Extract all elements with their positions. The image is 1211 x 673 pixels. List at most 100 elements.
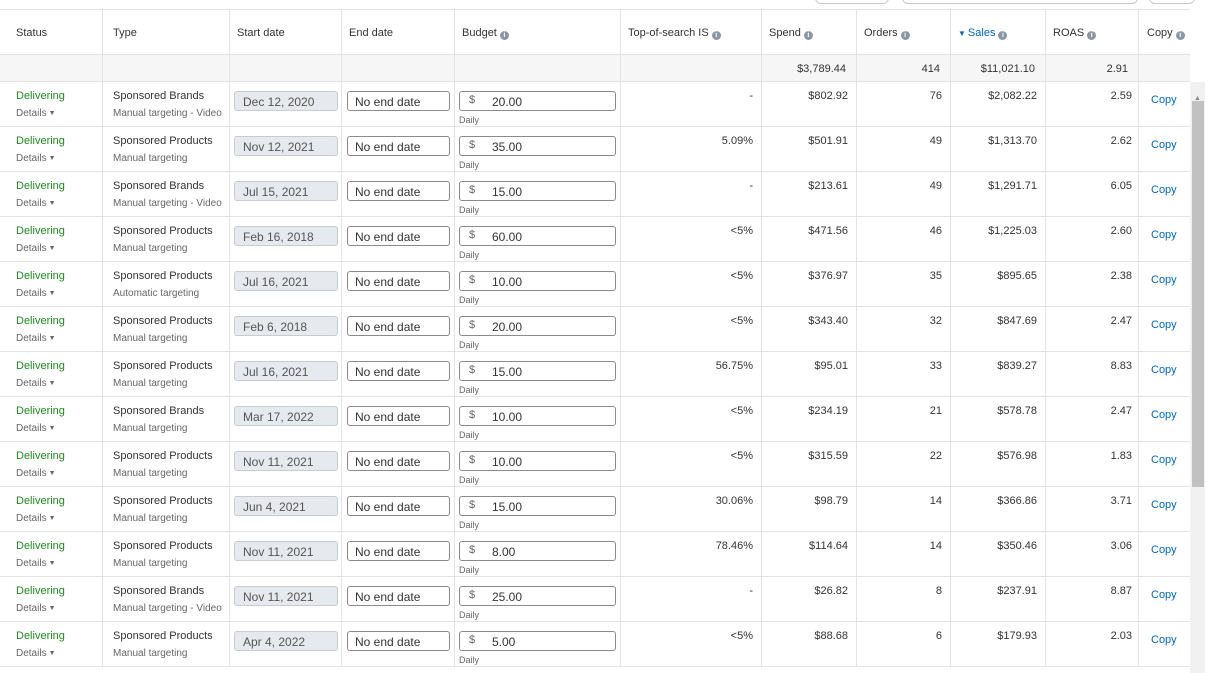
- budget-cell: $ 15.00 Daily: [455, 172, 621, 216]
- budget-input[interactable]: $ 15.00: [459, 361, 616, 381]
- column-header-budget[interactable]: Budget i: [455, 10, 621, 54]
- details-dropdown[interactable]: Details ▼: [16, 198, 102, 209]
- budget-input[interactable]: $ 10.00: [459, 451, 616, 471]
- targeting-type: Manual targeting: [113, 378, 188, 389]
- budget-cell: $ 20.00 Daily: [455, 82, 621, 126]
- copy-link[interactable]: Copy: [1139, 172, 1190, 216]
- info-icon[interactable]: i: [499, 31, 509, 40]
- column-header-type[interactable]: Type: [103, 10, 230, 54]
- end-date-field[interactable]: No end date: [347, 316, 450, 336]
- copy-link[interactable]: Copy: [1139, 352, 1190, 396]
- end-date-cell: No end date: [342, 442, 455, 486]
- details-dropdown[interactable]: Details ▼: [16, 288, 102, 299]
- type-cell: Sponsored Products Manual targeting: [103, 127, 230, 171]
- end-date-field[interactable]: No end date: [347, 91, 450, 111]
- end-date-field[interactable]: No end date: [347, 361, 450, 381]
- budget-input[interactable]: $ 10.00: [459, 406, 616, 426]
- column-header-top-of-search[interactable]: Top-of-search IS i: [621, 10, 762, 54]
- copy-link[interactable]: Copy: [1139, 397, 1190, 441]
- copy-link[interactable]: Copy: [1139, 532, 1190, 576]
- copy-link[interactable]: Copy: [1139, 127, 1190, 171]
- info-icon[interactable]: i: [711, 31, 721, 40]
- budget-input[interactable]: $ 15.00: [459, 181, 616, 201]
- budget-input[interactable]: $ 20.00: [459, 91, 616, 111]
- campaign-type: Sponsored Brands: [113, 180, 205, 192]
- scrollbar-thumb[interactable]: [1192, 101, 1204, 487]
- details-dropdown[interactable]: Details ▼: [16, 648, 102, 659]
- copy-link[interactable]: Copy: [1139, 262, 1190, 306]
- end-date-field[interactable]: No end date: [347, 631, 450, 651]
- details-dropdown[interactable]: Details ▼: [16, 513, 102, 524]
- table-row: Delivering Details ▼ Sponsored Products M…: [0, 352, 1190, 397]
- details-dropdown[interactable]: Details ▼: [16, 153, 102, 164]
- status-delivering: Delivering: [16, 180, 65, 192]
- toolbar-button[interactable]: [815, 0, 889, 4]
- details-dropdown[interactable]: Details ▼: [16, 468, 102, 479]
- chevron-down-icon: ▼: [48, 650, 56, 657]
- targeting-type: Manual targeting: [113, 243, 188, 254]
- start-date-cell: Dec 12, 2020: [230, 82, 342, 126]
- copy-link[interactable]: Copy: [1139, 622, 1190, 666]
- budget-input[interactable]: $ 5.00: [459, 631, 616, 651]
- status-cell: Delivering Details ▼: [0, 397, 103, 441]
- copy-link[interactable]: Copy: [1139, 577, 1190, 621]
- end-date-field[interactable]: No end date: [347, 136, 450, 156]
- budget-input[interactable]: $ 60.00: [459, 226, 616, 246]
- column-header-status[interactable]: Status: [0, 10, 103, 54]
- table-row: Delivering Details ▼ Sponsored Products M…: [0, 622, 1190, 667]
- copy-link[interactable]: Copy: [1139, 442, 1190, 486]
- status-delivering: Delivering: [16, 585, 65, 597]
- end-date-field[interactable]: No end date: [347, 496, 450, 516]
- column-header-end-date[interactable]: End date: [342, 10, 455, 54]
- currency-symbol: $: [469, 139, 476, 151]
- roas-value: 2.60: [1046, 217, 1139, 261]
- budget-input[interactable]: $ 15.00: [459, 496, 616, 516]
- budget-cell: $ 10.00 Daily: [455, 397, 621, 441]
- copy-link[interactable]: Copy: [1139, 82, 1190, 126]
- end-date-field[interactable]: No end date: [347, 271, 450, 291]
- sort-descending-icon: ▼: [958, 29, 966, 38]
- end-date-field[interactable]: No end date: [347, 226, 450, 246]
- details-dropdown[interactable]: Details ▼: [16, 243, 102, 254]
- chevron-down-icon: ▼: [48, 110, 56, 117]
- search-field[interactable]: [902, 0, 1138, 4]
- status-cell: Delivering Details ▼: [0, 487, 103, 531]
- budget-input[interactable]: $ 8.00: [459, 541, 616, 561]
- column-header-orders[interactable]: Orders i: [857, 10, 951, 54]
- end-date-field[interactable]: No end date: [347, 181, 450, 201]
- copy-link[interactable]: Copy: [1139, 307, 1190, 351]
- end-date-field[interactable]: No end date: [347, 586, 450, 606]
- top-of-search-value: 30.06%: [621, 487, 762, 531]
- targeting-type: Manual targeting - Video: [113, 108, 222, 119]
- info-icon[interactable]: i: [900, 31, 910, 40]
- details-dropdown[interactable]: Details ▼: [16, 423, 102, 434]
- top-of-search-value: -: [621, 172, 762, 216]
- column-header-spend[interactable]: Spend i: [762, 10, 857, 54]
- details-dropdown[interactable]: Details ▼: [16, 558, 102, 569]
- copy-link[interactable]: Copy: [1139, 217, 1190, 261]
- column-header-roas[interactable]: ROAS i: [1046, 10, 1139, 54]
- budget-input[interactable]: $ 20.00: [459, 316, 616, 336]
- end-date-cell: No end date: [342, 352, 455, 396]
- details-dropdown[interactable]: Details ▼: [16, 603, 102, 614]
- toolbar-button[interactable]: [1149, 0, 1195, 4]
- end-date-field[interactable]: No end date: [347, 451, 450, 471]
- spend-value: $98.79: [762, 487, 857, 531]
- budget-input[interactable]: $ 10.00: [459, 271, 616, 291]
- end-date-field[interactable]: No end date: [347, 406, 450, 426]
- column-header-start-date[interactable]: Start date: [230, 10, 342, 54]
- end-date-field[interactable]: No end date: [347, 541, 450, 561]
- budget-input[interactable]: $ 25.00: [459, 586, 616, 606]
- details-dropdown[interactable]: Details ▼: [16, 333, 102, 344]
- info-icon[interactable]: i: [803, 31, 813, 40]
- info-icon[interactable]: i: [998, 31, 1008, 40]
- info-icon[interactable]: i: [1087, 31, 1097, 40]
- sales-value: $237.91: [951, 577, 1046, 621]
- budget-input[interactable]: $ 35.00: [459, 136, 616, 156]
- details-dropdown[interactable]: Details ▼: [16, 108, 102, 119]
- copy-link[interactable]: Copy: [1139, 487, 1190, 531]
- targeting-type: Manual targeting: [113, 153, 188, 164]
- details-dropdown[interactable]: Details ▼: [16, 378, 102, 389]
- column-header-sales[interactable]: ▼ Sales i: [951, 10, 1046, 54]
- info-icon[interactable]: i: [1175, 31, 1185, 40]
